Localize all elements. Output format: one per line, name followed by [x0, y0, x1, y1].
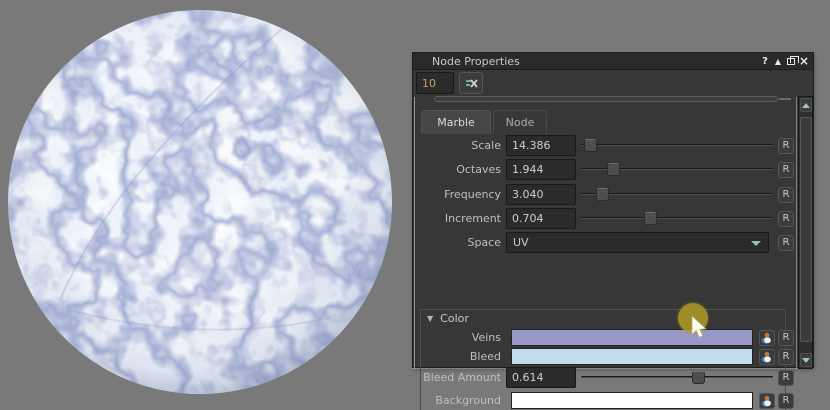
- paint-ball-icon: [761, 351, 773, 363]
- param-row-space: Space UV R: [413, 232, 797, 253]
- reset-button[interactable]: R: [778, 211, 794, 227]
- param-row-frequency: Frequency R: [413, 184, 797, 205]
- param-label: Space: [413, 236, 506, 249]
- veins-color-swatch[interactable]: [511, 329, 753, 346]
- slider-track[interactable]: [581, 144, 773, 146]
- space-dropdown[interactable]: UV: [506, 232, 769, 253]
- bleed-amount-slider[interactable]: [581, 367, 773, 388]
- param-row-bleed-amount: Bleed Amount R: [413, 367, 797, 388]
- color-picker-button[interactable]: [759, 349, 775, 365]
- param-label: Frequency: [413, 188, 506, 201]
- triangle-down-icon: [802, 358, 810, 363]
- properties-content: Marble Node Scale R Octaves: [413, 103, 815, 369]
- frequency-slider[interactable]: [581, 184, 773, 205]
- mouse-cursor: [691, 316, 711, 343]
- scale-slider[interactable]: [581, 135, 773, 156]
- reset-button[interactable]: R: [778, 330, 794, 346]
- vertical-scrollbar-thumb[interactable]: [800, 117, 812, 342]
- color-picker-button[interactable]: [759, 393, 775, 409]
- param-label: Increment: [413, 212, 506, 225]
- horizontal-scrollbar[interactable]: [415, 96, 795, 103]
- float-window-icon[interactable]: [785, 55, 797, 67]
- section-title: Color: [440, 312, 469, 325]
- reset-button[interactable]: R: [778, 138, 794, 154]
- titlebar-buttons: ? ▲ ×: [759, 55, 813, 67]
- reset-button[interactable]: R: [778, 235, 794, 251]
- application-window: Node Properties ? ▲ ×: [0, 0, 830, 410]
- slider-handle[interactable]: [596, 188, 609, 201]
- color-section-header[interactable]: ▼ Color: [427, 312, 469, 325]
- slider-handle[interactable]: [644, 212, 657, 225]
- marble-sphere-preview: [0, 0, 412, 410]
- frequency-value-field[interactable]: [506, 184, 576, 205]
- increment-value-field[interactable]: [506, 208, 576, 229]
- remove-x-icon: [465, 78, 478, 89]
- param-label: Bleed Amount: [413, 371, 506, 384]
- node-index-field[interactable]: [416, 72, 454, 94]
- scrollbar-corner-dash: [779, 98, 791, 100]
- slider-handle[interactable]: [584, 139, 597, 152]
- clear-selection-button[interactable]: [459, 72, 483, 94]
- panel-title: Node Properties: [413, 55, 520, 68]
- panel-toolbar: [413, 71, 813, 96]
- color-row-bleed: Bleed R: [413, 348, 797, 365]
- paint-ball-icon: [761, 395, 773, 407]
- scroll-down-button[interactable]: [800, 353, 812, 367]
- slider-track[interactable]: [581, 193, 773, 195]
- param-row-increment: Increment R: [413, 208, 797, 229]
- reset-button[interactable]: R: [778, 162, 794, 178]
- tab-marble[interactable]: Marble: [421, 110, 491, 134]
- param-label: Octaves: [413, 163, 506, 176]
- param-label: Veins: [413, 331, 506, 344]
- scroll-up-button[interactable]: [800, 98, 812, 112]
- triangle-up-icon: [802, 103, 810, 108]
- reset-button[interactable]: R: [778, 349, 794, 365]
- slider-track[interactable]: [581, 376, 773, 378]
- color-row-veins: Veins R: [413, 329, 797, 346]
- scale-value-field[interactable]: [506, 135, 576, 156]
- bleed-color-swatch[interactable]: [511, 348, 753, 365]
- paint-ball-icon: [761, 332, 773, 344]
- 3d-viewport[interactable]: [0, 0, 412, 410]
- increment-slider[interactable]: [581, 208, 773, 229]
- collapse-icon[interactable]: ▲: [772, 55, 784, 67]
- chevron-down-icon: [751, 241, 761, 246]
- param-label: Background: [413, 394, 506, 407]
- param-row-octaves: Octaves R: [413, 159, 797, 180]
- tab-node[interactable]: Node: [493, 110, 547, 134]
- background-color-swatch[interactable]: [511, 392, 753, 409]
- reset-button[interactable]: R: [778, 370, 794, 386]
- slider-handle[interactable]: [607, 163, 620, 176]
- node-properties-panel: Node Properties ? ▲ ×: [412, 52, 814, 368]
- bleed-amount-value-field[interactable]: [506, 367, 576, 388]
- vertical-scrollbar[interactable]: [798, 96, 813, 369]
- param-label: Bleed: [413, 350, 506, 363]
- color-row-background: Background R: [413, 392, 797, 409]
- slider-track[interactable]: [581, 217, 773, 219]
- close-icon[interactable]: ×: [798, 55, 810, 67]
- panel-titlebar[interactable]: Node Properties ? ▲ ×: [413, 53, 813, 70]
- param-label: Scale: [413, 139, 506, 152]
- color-picker-button[interactable]: [759, 330, 775, 346]
- restore-icon: [787, 58, 795, 65]
- octaves-slider[interactable]: [581, 159, 773, 180]
- horizontal-scrollbar-thumb[interactable]: [434, 96, 778, 102]
- space-selected-value: UV: [513, 236, 529, 249]
- param-row-scale: Scale R: [413, 135, 797, 156]
- slider-handle[interactable]: [692, 371, 705, 384]
- collapse-triangle-icon[interactable]: ▼: [427, 314, 433, 323]
- help-icon[interactable]: ?: [759, 55, 771, 67]
- octaves-value-field[interactable]: [506, 159, 576, 180]
- reset-button[interactable]: R: [778, 393, 794, 409]
- arrow-cursor-icon: [691, 316, 711, 340]
- reset-button[interactable]: R: [778, 187, 794, 203]
